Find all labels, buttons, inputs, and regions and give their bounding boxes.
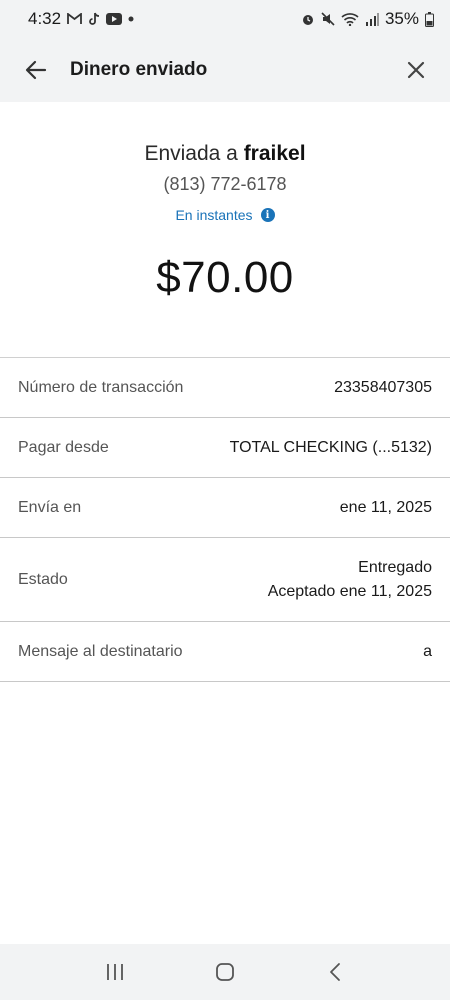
dot-icon (128, 16, 134, 22)
transfer-summary: Enviada a fraikel (813) 772-6178 En inst… (0, 102, 450, 303)
detail-value: TOTAL CHECKING (...5132) (229, 438, 432, 456)
close-icon (407, 61, 425, 79)
status-time: 4:32 (28, 9, 62, 28)
detail-row-transaction-number: Número de transacción 23358407305 (0, 358, 450, 418)
recent-apps-icon (107, 964, 123, 980)
recipient-name: fraikel (243, 142, 306, 165)
arrow-left-icon (25, 60, 47, 80)
alarm-icon (301, 12, 315, 26)
detail-value: ene 11, 2025 (339, 498, 432, 516)
youtube-icon (106, 13, 123, 25)
status-right: 35% (301, 9, 434, 29)
gmail-icon (67, 13, 82, 25)
delivery-speed[interactable]: En instantes i (175, 207, 275, 223)
system-nav-bar (0, 944, 450, 1000)
chevron-left-icon (330, 963, 340, 981)
detail-value: 23358407305 (334, 378, 432, 396)
detail-label: Estado (18, 570, 68, 588)
detail-label: Número de transacción (18, 378, 184, 396)
detail-row-send-date: Envía en ene 11, 2025 (0, 478, 450, 538)
transaction-details: Número de transacción 23358407305 Pagar … (0, 357, 450, 682)
detail-label: Envía en (18, 498, 82, 516)
status-bar: 4:32 35% (0, 0, 450, 38)
detail-label: Mensaje al destinatario (18, 642, 183, 660)
delivery-speed-label: En instantes (175, 207, 253, 223)
status-value: Entregado (358, 558, 432, 576)
detail-value: a (423, 642, 432, 660)
close-button[interactable] (398, 52, 434, 88)
battery-percent: 35% (384, 9, 419, 28)
home-icon (216, 963, 234, 981)
tiktok-icon (88, 12, 100, 26)
detail-row-status: Estado Entregado Aceptado ene 11, 2025 (0, 538, 450, 622)
home-button[interactable] (195, 952, 255, 992)
recent-apps-button[interactable] (85, 952, 145, 992)
signal-icon (365, 12, 379, 26)
page-title: Dinero enviado (70, 59, 208, 80)
sent-to-prefix: Enviada a (144, 142, 238, 165)
detail-row-pay-from: Pagar desde TOTAL CHECKING (...5132) (0, 418, 450, 478)
detail-value-group: Entregado Aceptado ene 11, 2025 (268, 556, 432, 604)
nav-back-button[interactable] (305, 952, 365, 992)
amount: $70.00 (156, 253, 294, 302)
wifi-icon (341, 12, 359, 26)
back-button[interactable] (18, 52, 54, 88)
status-accepted-value: Aceptado ene 11, 2025 (267, 582, 432, 600)
detail-label: Pagar desde (18, 438, 109, 456)
info-icon[interactable]: i (260, 208, 275, 222)
app-header: Dinero enviado (0, 38, 450, 102)
sent-to-line: Enviada a fraikel (0, 142, 450, 166)
battery-icon (425, 11, 434, 27)
recipient-phone: (813) 772-6178 (163, 174, 287, 194)
status-left: 4:32 (28, 9, 134, 29)
detail-row-message: Mensaje al destinatario a (0, 622, 450, 682)
mute-icon (321, 12, 335, 26)
